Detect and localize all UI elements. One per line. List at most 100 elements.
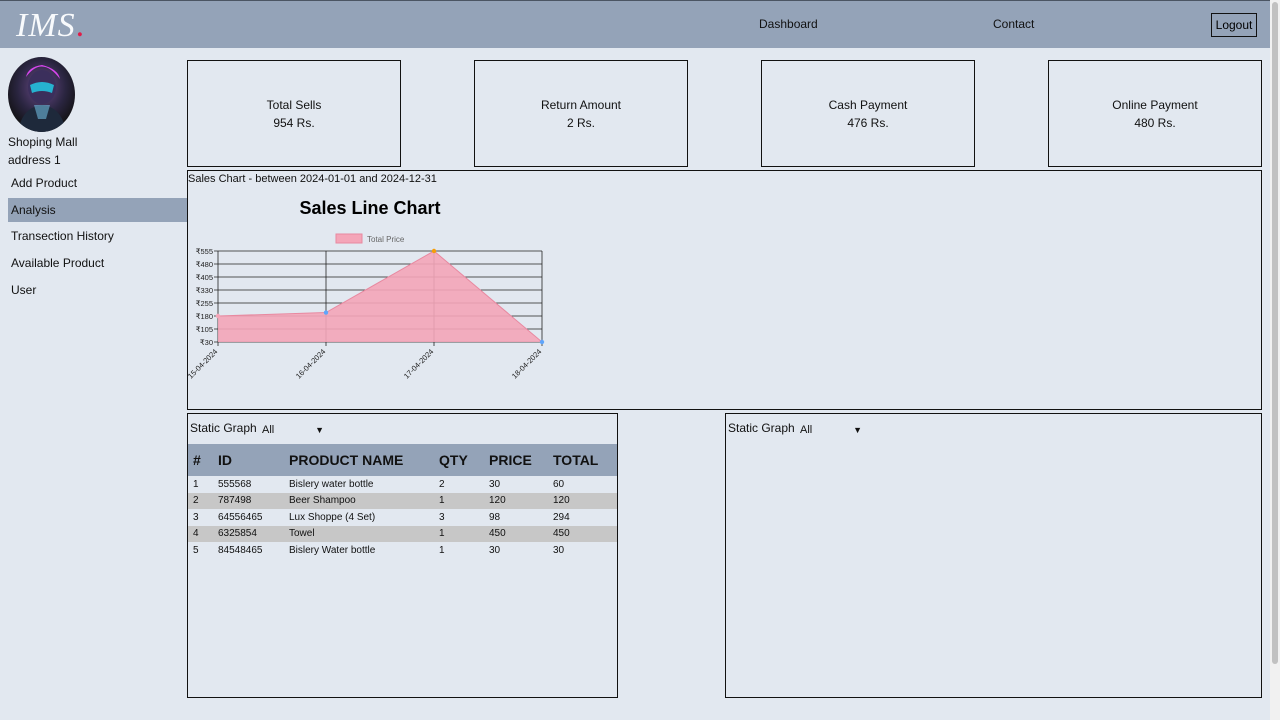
y-tick-label: ₹555 xyxy=(196,247,213,256)
stat-card-return-amount: Return Amount 2 Rs. xyxy=(474,60,688,167)
cell-qty: 1 xyxy=(439,495,445,507)
panel-title: Static Graph xyxy=(728,421,795,435)
cell-total: 30 xyxy=(553,544,565,556)
col-header-product-name[interactable]: PRODUCT NAME xyxy=(284,444,434,476)
y-tick-label: ₹405 xyxy=(196,273,213,282)
sales-line-chart: Sales Line Chart Total Price ₹555 ₹480 ₹405 ₹… xyxy=(188,198,545,381)
col-header-price[interactable]: PRICE xyxy=(484,444,548,476)
stat-value: 476 Rs. xyxy=(847,115,889,130)
app-logo[interactable]: IMS. xyxy=(16,7,85,45)
cell-price: 120 xyxy=(489,495,506,507)
static-graph-panel-left: Static Graph All ▼ # ID PRODUCT NAME QTY… xyxy=(187,413,618,698)
chevron-down-icon: ▼ xyxy=(315,425,324,435)
chart-title: Sales Line Chart xyxy=(299,198,440,218)
cell-product-name: Lux Shoppe (4 Set) xyxy=(289,511,376,523)
table-header-row: # ID PRODUCT NAME QTY PRICE TOTAL xyxy=(188,444,617,476)
sidebar-item-available-product[interactable]: Available Product xyxy=(8,251,187,275)
table-row[interactable]: 2 787498 Beer Shampoo 1 120 120 xyxy=(188,492,617,509)
data-point xyxy=(539,339,545,345)
stat-card-cash-payment: Cash Payment 476 Rs. xyxy=(761,60,975,167)
stat-value: 480 Rs. xyxy=(1134,115,1176,130)
table-row[interactable]: 5 84548465 Bislery Water bottle 1 30 30 xyxy=(188,542,617,559)
static-graph-panel-right: Static Graph All ▼ xyxy=(725,413,1262,698)
page-scrollbar[interactable] xyxy=(1270,0,1280,720)
col-header-index[interactable]: # xyxy=(188,444,213,476)
cell-id: 555568 xyxy=(218,478,252,490)
shop-name: Shoping Mall xyxy=(8,135,78,149)
cell-price: 450 xyxy=(489,528,506,540)
cell-total: 120 xyxy=(553,495,570,507)
cell-qty: 1 xyxy=(439,544,445,556)
stat-card-online-payment: Online Payment 480 Rs. xyxy=(1048,60,1262,167)
cell-total: 294 xyxy=(553,511,570,523)
table-row[interactable]: 1 555568 Bislery water bottle 2 30 60 xyxy=(188,476,617,493)
select-value: All xyxy=(800,424,813,436)
x-tick-label: 16-04-2024 xyxy=(294,347,327,380)
stat-value: 954 Rs. xyxy=(273,115,315,130)
sidebar-item-user[interactable]: User xyxy=(8,278,187,302)
legend-label: Total Price xyxy=(367,235,405,244)
cell-index: 3 xyxy=(193,511,199,523)
cell-index: 1 xyxy=(193,478,199,490)
stat-value: 2 Rs. xyxy=(566,115,595,130)
y-tick-label: ₹330 xyxy=(196,286,213,295)
cell-product-name: Bislery Water bottle xyxy=(289,544,376,556)
x-tick-label: 18-04-2024 xyxy=(510,347,543,380)
sales-chart-panel: Sales Chart - between 2024-01-01 and 202… xyxy=(187,170,1262,410)
table-row[interactable]: 3 64556465 Lux Shoppe (4 Set) 3 98 294 xyxy=(188,509,617,526)
cell-price: 98 xyxy=(489,511,501,523)
cell-total: 60 xyxy=(553,478,565,490)
sidebar-item-analysis[interactable]: Analysis xyxy=(8,198,187,222)
cell-id: 6325854 xyxy=(218,528,257,540)
cell-product-name: Bislery water bottle xyxy=(289,478,374,490)
cell-price: 30 xyxy=(489,478,501,490)
select-value: All xyxy=(262,424,275,436)
y-tick-label: ₹105 xyxy=(196,325,213,334)
data-point xyxy=(323,310,329,315)
stat-label: Total Sells xyxy=(266,97,322,112)
cell-id: 64556465 xyxy=(218,511,263,523)
data-point xyxy=(431,248,437,254)
cell-index: 5 xyxy=(193,544,199,556)
shop-address: address 1 xyxy=(8,153,61,167)
col-header-qty[interactable]: QTY xyxy=(434,444,484,476)
col-header-id[interactable]: ID xyxy=(213,444,284,476)
data-point xyxy=(215,313,221,319)
cell-id: 787498 xyxy=(218,495,252,507)
col-header-total[interactable]: TOTAL xyxy=(548,444,617,476)
sidebar-item-add-product[interactable]: Add Product xyxy=(8,171,187,195)
cell-product-name: Towel xyxy=(289,528,315,540)
table-row[interactable]: 4 6325854 Towel 1 450 450 xyxy=(188,525,617,542)
static-graph-select[interactable]: All ▼ xyxy=(262,422,324,438)
scrollbar-thumb[interactable] xyxy=(1272,2,1278,664)
logout-button[interactable]: Logout xyxy=(1211,13,1257,37)
nav-dashboard-link[interactable]: Dashboard xyxy=(759,17,818,31)
cell-total: 450 xyxy=(553,528,570,540)
stat-label: Return Amount xyxy=(540,97,622,112)
top-navbar: IMS. Dashboard Contact Logout xyxy=(0,0,1270,48)
stat-card-total-sells: Total Sells 954 Rs. xyxy=(187,60,401,167)
cell-index: 2 xyxy=(193,495,199,507)
cell-qty: 2 xyxy=(439,478,445,490)
x-tick-label: 17-04-2024 xyxy=(402,347,435,380)
cell-qty: 1 xyxy=(439,528,445,540)
series-area xyxy=(218,251,542,342)
legend-swatch xyxy=(335,233,363,244)
product-table: # ID PRODUCT NAME QTY PRICE TOTAL 1 55556… xyxy=(188,444,617,559)
panel-title: Static Graph xyxy=(190,421,257,435)
stat-label: Cash Payment xyxy=(828,97,908,112)
x-tick-label: 15-04-2024 xyxy=(188,347,219,380)
y-tick-label: ₹480 xyxy=(196,260,213,269)
chevron-down-icon: ▼ xyxy=(853,425,862,435)
y-tick-label: ₹255 xyxy=(196,299,213,308)
cell-index: 4 xyxy=(193,528,199,540)
cell-price: 30 xyxy=(489,544,501,556)
sidebar-item-transection-history[interactable]: Transection History xyxy=(8,224,187,248)
cell-id: 84548465 xyxy=(218,544,263,556)
shop-avatar xyxy=(8,57,75,132)
nav-contact-link[interactable]: Contact xyxy=(993,17,1034,31)
stat-label: Online Payment xyxy=(1112,97,1198,112)
static-graph-select[interactable]: All ▼ xyxy=(800,422,862,438)
cell-product-name: Beer Shampoo xyxy=(289,495,356,507)
cell-qty: 3 xyxy=(439,511,445,523)
